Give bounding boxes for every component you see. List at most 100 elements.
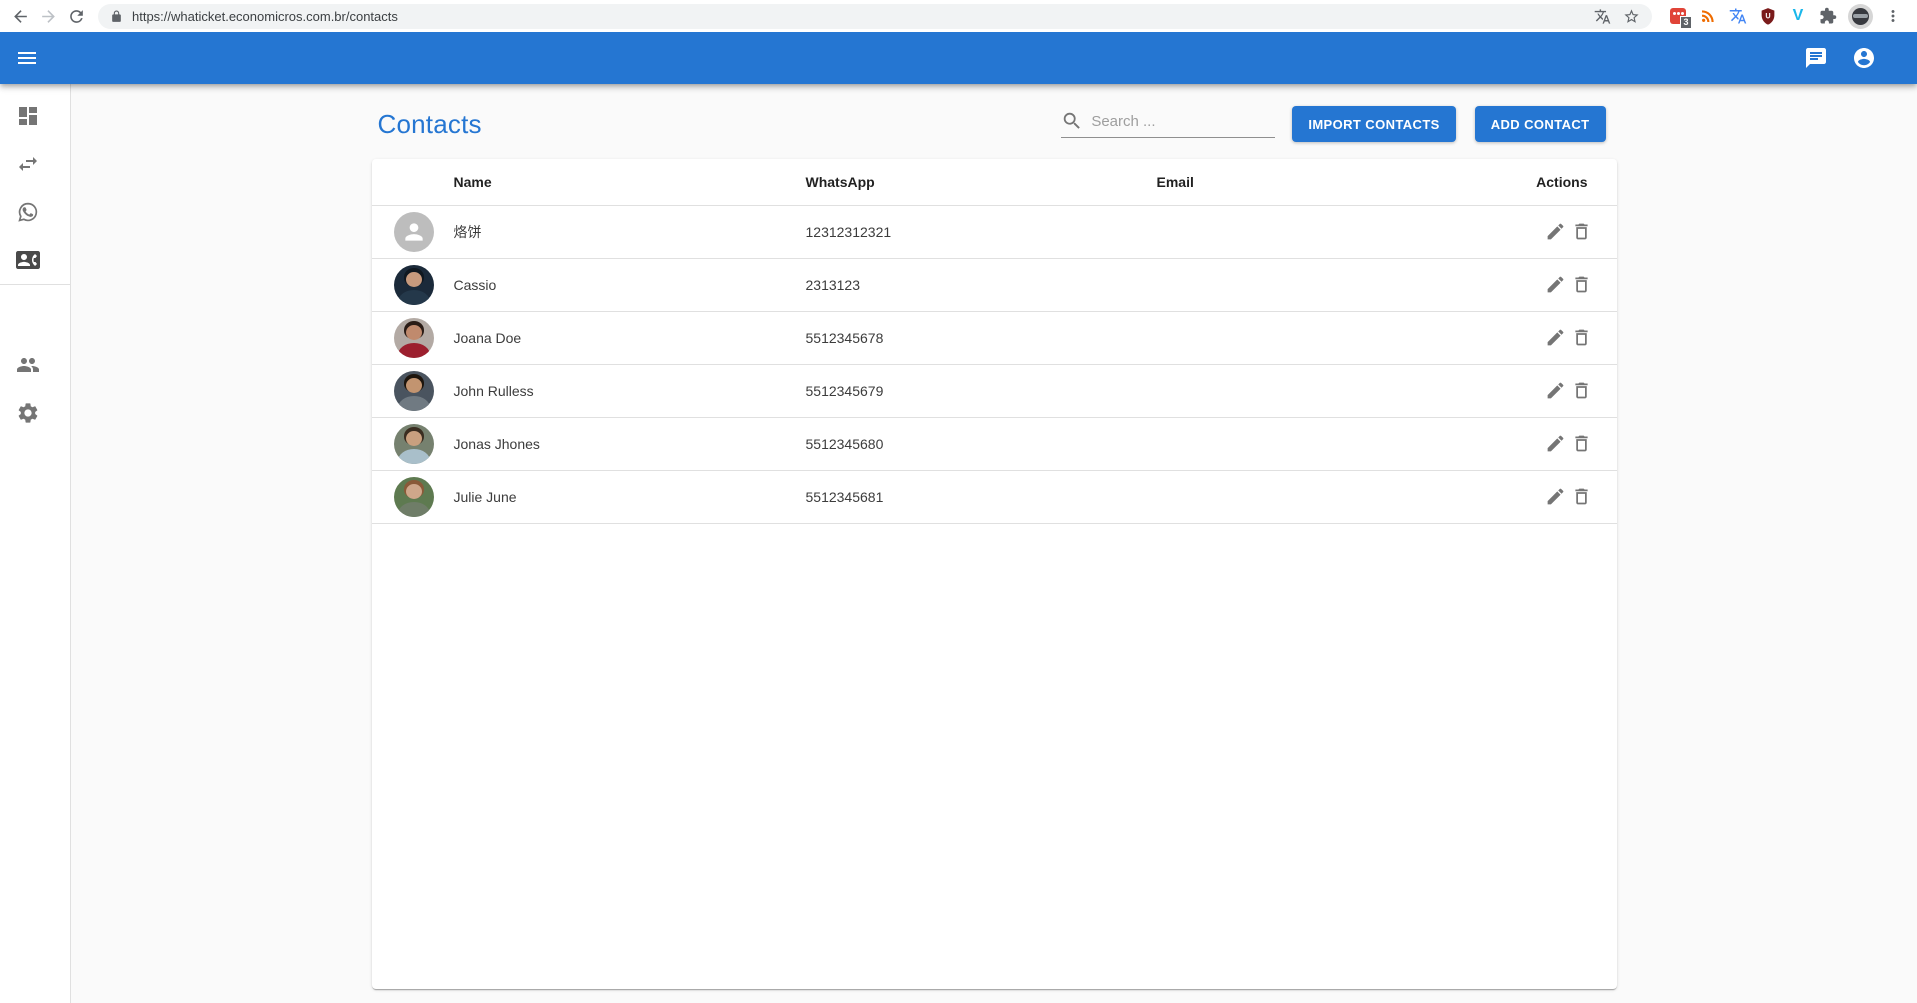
edit-contact-button[interactable] bbox=[1543, 325, 1569, 351]
contact-name: 烙饼 bbox=[442, 205, 794, 258]
app-bar bbox=[0, 32, 1917, 84]
contact-whatsapp: 5512345681 bbox=[794, 470, 1145, 523]
ublock-shield-icon[interactable] bbox=[1758, 6, 1778, 26]
actions-cell bbox=[1475, 258, 1617, 311]
contacts-tbody: 烙饼12312312321Cassio2313123Joana Doe55123… bbox=[372, 205, 1617, 523]
avatar-cell bbox=[372, 311, 442, 364]
edit-contact-button[interactable] bbox=[1543, 431, 1569, 457]
edit-pencil-icon bbox=[1545, 486, 1566, 507]
contact-name: Joana Doe bbox=[442, 311, 794, 364]
edit-contact-button[interactable] bbox=[1543, 484, 1569, 510]
import-contacts-button[interactable]: IMPORT CONTACTS bbox=[1292, 106, 1455, 142]
red-extension-icon[interactable]: 3 bbox=[1668, 6, 1688, 26]
contact-name: Cassio bbox=[442, 258, 794, 311]
contact-email bbox=[1145, 311, 1475, 364]
search-input[interactable] bbox=[1091, 113, 1275, 130]
rss-feed-icon[interactable] bbox=[1698, 6, 1718, 26]
url-text[interactable]: https://whaticket.economicros.com.br/con… bbox=[132, 9, 1585, 24]
translate-extension-icon[interactable] bbox=[1728, 6, 1748, 26]
sidebar-item-contacts[interactable] bbox=[0, 236, 70, 284]
avatar bbox=[394, 477, 434, 517]
contact-name: Jonas Jhones bbox=[442, 417, 794, 470]
contact-whatsapp: 2313123 bbox=[794, 258, 1145, 311]
forward-arrow-icon bbox=[39, 7, 58, 26]
actions-cell bbox=[1475, 364, 1617, 417]
account-circle-icon bbox=[1852, 46, 1876, 70]
avatar-face bbox=[406, 484, 422, 499]
table-row: John Rulless5512345679 bbox=[372, 364, 1617, 417]
sidebar-item-dashboard[interactable] bbox=[0, 92, 70, 140]
avatar-torso bbox=[398, 343, 430, 358]
edit-contact-button[interactable] bbox=[1543, 378, 1569, 404]
contact-whatsapp: 5512345678 bbox=[794, 311, 1145, 364]
browser-window: https://whaticket.economicros.com.br/con… bbox=[0, 0, 1917, 1003]
avatar-cell bbox=[372, 364, 442, 417]
delete-contact-button[interactable] bbox=[1569, 484, 1595, 510]
delete-contact-button[interactable] bbox=[1569, 219, 1595, 245]
edit-pencil-icon bbox=[1545, 433, 1566, 454]
actions-cell bbox=[1475, 311, 1617, 364]
contact-email bbox=[1145, 417, 1475, 470]
avatar-face bbox=[406, 378, 422, 393]
sidebar-item-connections[interactable] bbox=[0, 140, 70, 188]
vimeo-icon[interactable]: V bbox=[1788, 6, 1808, 26]
header-avatar-spacer bbox=[372, 159, 442, 205]
address-bar[interactable]: https://whaticket.economicros.com.br/con… bbox=[98, 4, 1652, 29]
contact-name: John Rulless bbox=[442, 364, 794, 417]
contact-email bbox=[1145, 364, 1475, 417]
dashboard-icon bbox=[16, 104, 40, 128]
avatar bbox=[394, 424, 434, 464]
browser-toolbar: https://whaticket.economicros.com.br/con… bbox=[0, 0, 1917, 32]
avatar-cell bbox=[372, 258, 442, 311]
sidebar-item-tickets[interactable] bbox=[0, 188, 70, 236]
edit-contact-button[interactable] bbox=[1543, 272, 1569, 298]
avatar-cell bbox=[372, 470, 442, 523]
add-contact-button[interactable]: ADD CONTACT bbox=[1475, 106, 1606, 142]
contact-whatsapp: 5512345680 bbox=[794, 417, 1145, 470]
person-placeholder-icon bbox=[401, 219, 427, 245]
contact-name: Julie June bbox=[442, 470, 794, 523]
avatar bbox=[394, 212, 434, 252]
chat-button[interactable] bbox=[1803, 45, 1829, 71]
chat-icon bbox=[1804, 46, 1828, 70]
bookmark-star-icon[interactable] bbox=[1623, 8, 1640, 25]
search-field[interactable] bbox=[1061, 110, 1275, 138]
reload-button[interactable] bbox=[62, 2, 90, 30]
search-icon bbox=[1061, 110, 1083, 132]
sidebar-item-users[interactable] bbox=[0, 341, 70, 389]
delete-trash-icon bbox=[1571, 327, 1592, 348]
extensions-puzzle-icon[interactable] bbox=[1818, 6, 1838, 26]
delete-contact-button[interactable] bbox=[1569, 272, 1595, 298]
contacts-icon bbox=[16, 248, 40, 272]
avatar-torso bbox=[398, 449, 430, 464]
forward-button[interactable] bbox=[34, 2, 62, 30]
column-header-actions: Actions bbox=[1475, 159, 1617, 205]
account-button[interactable] bbox=[1851, 45, 1877, 71]
edit-pencil-icon bbox=[1545, 274, 1566, 295]
browser-menu-button[interactable] bbox=[1883, 6, 1903, 26]
lock-icon bbox=[110, 10, 123, 23]
hamburger-menu-button[interactable] bbox=[14, 45, 40, 71]
table-row: Cassio2313123 bbox=[372, 258, 1617, 311]
main-content: Contacts IMPORT CONTACTS ADD CONTACT bbox=[71, 84, 1917, 1003]
table-row: Jonas Jhones5512345680 bbox=[372, 417, 1617, 470]
column-header-name: Name bbox=[442, 159, 794, 205]
column-header-whatsapp: WhatsApp bbox=[794, 159, 1145, 205]
edit-pencil-icon bbox=[1545, 221, 1566, 242]
edit-contact-button[interactable] bbox=[1543, 219, 1569, 245]
delete-trash-icon bbox=[1571, 380, 1592, 401]
extension-badge: 3 bbox=[1680, 16, 1692, 29]
delete-contact-button[interactable] bbox=[1569, 378, 1595, 404]
delete-contact-button[interactable] bbox=[1569, 325, 1595, 351]
contacts-card: Name WhatsApp Email Actions 烙饼1231231232… bbox=[372, 159, 1617, 989]
delete-contact-button[interactable] bbox=[1569, 431, 1595, 457]
translate-page-icon[interactable] bbox=[1594, 8, 1611, 25]
reload-icon bbox=[67, 7, 86, 26]
column-header-email: Email bbox=[1145, 159, 1475, 205]
avatar bbox=[394, 265, 434, 305]
back-button[interactable] bbox=[6, 2, 34, 30]
delete-trash-icon bbox=[1571, 274, 1592, 295]
table-row: 烙饼12312312321 bbox=[372, 205, 1617, 258]
sidebar-item-settings[interactable] bbox=[0, 389, 70, 437]
browser-profile-avatar[interactable] bbox=[1848, 4, 1873, 29]
